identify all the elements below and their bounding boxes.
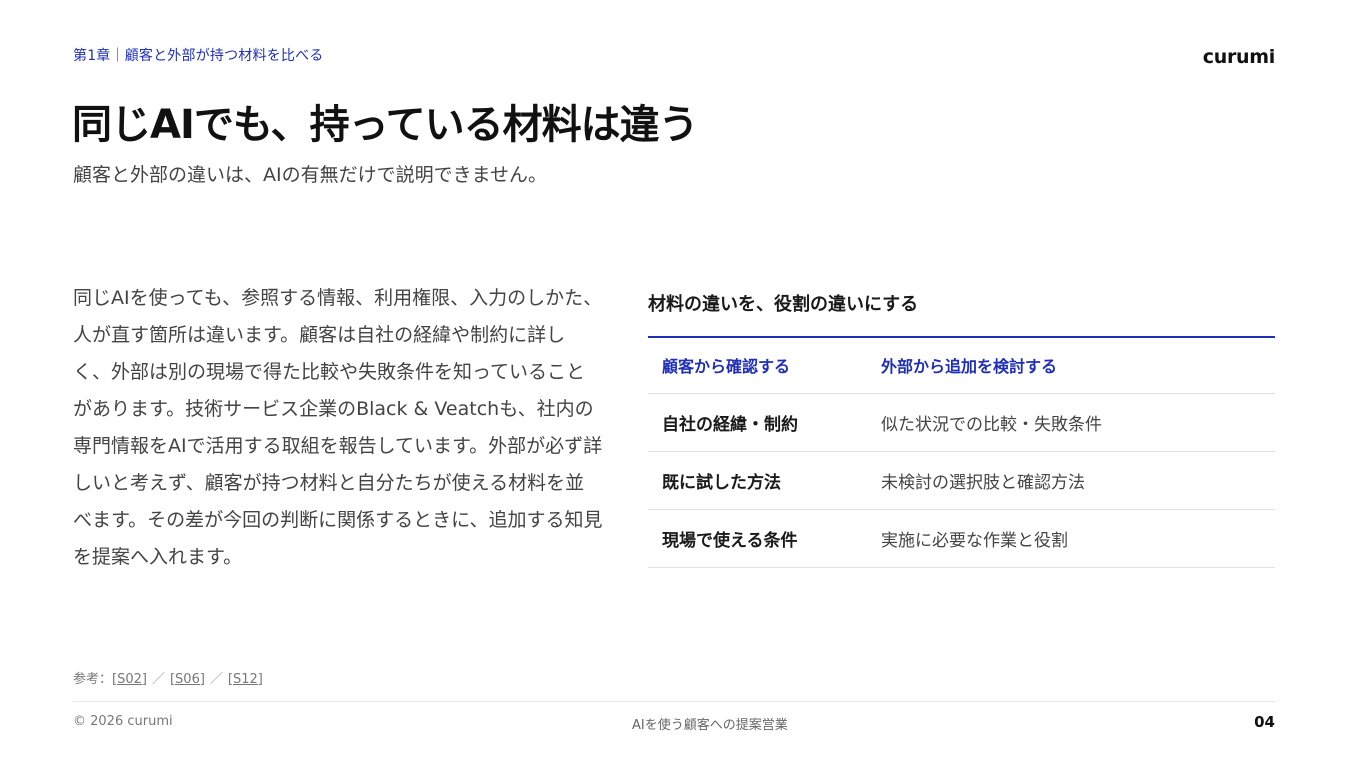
table-row: 既に試した方法 未検討の選択肢と確認方法	[648, 451, 1275, 510]
table-cell-customer: 現場で使える条件	[648, 509, 867, 568]
table-header-row: 顧客から確認する 外部から追加を検討する	[648, 336, 1275, 394]
brand-logo: curumi	[1202, 46, 1276, 68]
copyright: © 2026 curumi	[73, 714, 173, 729]
table-cell-external: 実施に必要な作業と役割	[867, 509, 1275, 568]
table-cell-external: 未検討の選択肢と確認方法	[867, 451, 1275, 510]
table-cell-customer: 自社の経緯・制約	[648, 393, 867, 452]
table-cell-external: 似た状況での比較・失敗条件	[867, 393, 1275, 452]
page-subtitle: 顧客と外部の違いは、AIの有無だけで説明できません。	[73, 164, 548, 186]
comparison-table: 顧客から確認する 外部から追加を検討する 自社の経緯・制約 似た状況での比較・失…	[648, 336, 1275, 568]
header-customer: 顧客から確認する	[648, 336, 867, 394]
references: 参考：[S02] ／ [S06] ／ [S12]	[73, 668, 263, 687]
body-paragraph: 同じAIを使っても、参照する情報、利用権限、入力のしかた、人が直す箇所は違います…	[73, 287, 603, 568]
reference-link-s02[interactable]: [S02]	[112, 672, 147, 687]
table-row: 現場で使える条件 実施に必要な作業と役割	[648, 509, 1275, 568]
reference-link-s06[interactable]: [S06]	[170, 672, 205, 687]
page-title: 同じAIでも、持っている材料は違う	[72, 102, 699, 148]
chapter-label: 第1章｜顧客と外部が持つ材料を比べる	[73, 48, 324, 64]
footer-divider	[73, 701, 1275, 702]
reference-link-s12[interactable]: [S12]	[228, 672, 263, 687]
reference-separator: ／	[209, 672, 223, 687]
references-label: 参考：	[73, 672, 113, 687]
page-number: 04	[1254, 713, 1275, 731]
reference-separator: ／	[151, 672, 165, 687]
footer-deck-title: AIを使う顧客への提案営業	[632, 718, 788, 733]
table-cell-customer: 既に試した方法	[648, 451, 867, 510]
table-title: 材料の違いを、役割の違いにする	[648, 294, 919, 315]
header-external: 外部から追加を検討する	[867, 336, 1275, 394]
table-row: 自社の経緯・制約 似た状況での比較・失敗条件	[648, 393, 1275, 452]
